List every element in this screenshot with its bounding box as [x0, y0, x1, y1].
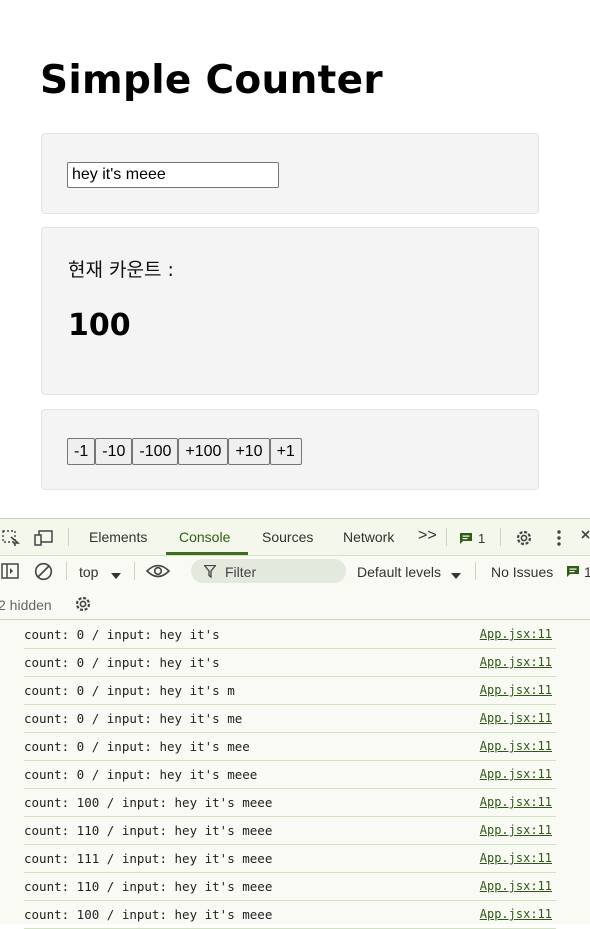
- log-entry: count: 110 / input: hey it's meee App.js…: [24, 817, 556, 845]
- minus-10-button[interactable]: -10: [95, 438, 133, 465]
- context-selector[interactable]: top: [79, 564, 98, 580]
- log-source-link[interactable]: App.jsx:11: [480, 739, 552, 753]
- filter-icon: [203, 564, 217, 582]
- divider: [134, 562, 135, 580]
- tab-network[interactable]: Network: [343, 529, 394, 545]
- log-source-link[interactable]: App.jsx:11: [480, 711, 552, 725]
- log-entry: count: 100 / input: hey it's meee App.js…: [24, 901, 556, 929]
- log-source-link[interactable]: App.jsx:11: [480, 879, 552, 893]
- log-message: count: 0 / input: hey it's: [24, 627, 220, 642]
- devtools-tabbar: Elements Console Sources Network >> 1: [0, 519, 590, 556]
- levels-dropdown-arrow-icon[interactable]: [451, 567, 461, 583]
- issues-message-icon: [566, 565, 580, 581]
- log-message: count: 110 / input: hey it's meee: [24, 879, 273, 894]
- plus-10-button[interactable]: +10: [228, 438, 270, 465]
- log-source-link[interactable]: App.jsx:11: [480, 851, 552, 865]
- log-message: count: 100 / input: hey it's meee: [24, 795, 273, 810]
- log-source-link[interactable]: App.jsx:11: [480, 795, 552, 809]
- counter-buttons: -1 -10 -100 +100 +10 +1: [67, 438, 302, 465]
- page-title: Simple Counter: [40, 58, 383, 103]
- log-source-link[interactable]: App.jsx:11: [480, 907, 552, 921]
- log-message: count: 0 / input: hey it's mee: [24, 739, 250, 754]
- tab-sources[interactable]: Sources: [262, 529, 313, 545]
- log-message: count: 0 / input: hey it's m: [24, 683, 235, 698]
- divider: [446, 528, 447, 546]
- sidebar-toggle-icon[interactable]: [1, 563, 19, 582]
- log-entry: count: 110 / input: hey it's meee App.js…: [24, 873, 556, 901]
- log-entry: count: 0 / input: hey it's mee App.jsx:1…: [24, 733, 556, 761]
- log-levels-dropdown[interactable]: Default levels: [357, 564, 441, 580]
- minus-100-button[interactable]: -100: [132, 438, 179, 465]
- plus-100-button[interactable]: +100: [178, 438, 229, 465]
- controller-panel: -1 -10 -100 +100 +10 +1: [41, 409, 539, 490]
- issues-count: 1: [584, 564, 590, 580]
- plus-1-button[interactable]: +1: [269, 438, 302, 465]
- log-message: count: 100 / input: hey it's meee: [24, 907, 273, 922]
- inspect-element-icon[interactable]: [2, 530, 21, 549]
- log-source-link[interactable]: App.jsx:11: [480, 627, 552, 641]
- log-entry: count: 0 / input: hey it's meee App.jsx:…: [24, 761, 556, 789]
- issues-label[interactable]: No Issues: [491, 564, 553, 580]
- gear-icon[interactable]: [514, 528, 534, 551]
- log-source-link[interactable]: App.jsx:11: [480, 767, 552, 781]
- tab-console[interactable]: Console: [179, 529, 230, 545]
- hidden-messages-count: 2 hidden: [0, 597, 52, 613]
- text-input[interactable]: [67, 162, 279, 188]
- log-message: count: 0 / input: hey it's meee: [24, 767, 258, 782]
- log-message: count: 0 / input: hey it's: [24, 655, 228, 670]
- log-entry: count: 0 / input: hey it's App.jsx:11: [24, 621, 556, 649]
- log-message: count: 111 / input: hey it's meee: [24, 851, 273, 866]
- divider: [475, 562, 476, 580]
- devtools-panel: Elements Console Sources Network >> 1 to…: [0, 518, 590, 929]
- count-panel: 현재 카운트 : 100: [41, 227, 539, 395]
- log-source-link[interactable]: App.jsx:11: [480, 823, 552, 837]
- device-toolbar-icon[interactable]: [34, 530, 54, 549]
- close-icon[interactable]: [581, 530, 590, 547]
- filter-placeholder: Filter: [225, 564, 257, 580]
- log-source-link[interactable]: App.jsx:11: [480, 683, 552, 697]
- minus-1-button[interactable]: -1: [67, 438, 96, 465]
- divider: [66, 562, 67, 580]
- more-tabs-icon[interactable]: >>: [418, 527, 437, 545]
- log-source-link[interactable]: App.jsx:11: [480, 655, 552, 669]
- message-icon[interactable]: [459, 532, 473, 548]
- log-entry: count: 0 / input: hey it's App.jsx:11: [24, 649, 556, 677]
- tab-elements[interactable]: Elements: [89, 529, 147, 545]
- active-tab-indicator: [166, 552, 248, 555]
- filter-input[interactable]: Filter: [191, 559, 346, 583]
- clear-console-icon[interactable]: [34, 562, 53, 584]
- log-message: count: 110 / input: hey it's meee: [24, 823, 273, 838]
- divider: [68, 528, 69, 546]
- console-toolbar: top Filter Default levels No Issues 1: [0, 556, 590, 586]
- count-value: 100: [68, 308, 131, 343]
- divider: [500, 528, 501, 546]
- log-message: count: 0 / input: hey it's me: [24, 711, 243, 726]
- eye-icon[interactable]: [145, 563, 171, 582]
- message-count: 1: [478, 531, 486, 546]
- log-entry: count: 111 / input: hey it's meee App.js…: [24, 845, 556, 873]
- dropdown-arrow-icon[interactable]: [111, 567, 121, 583]
- console-settings-gear-icon[interactable]: [73, 594, 93, 617]
- console-settings-row: 2 hidden: [0, 589, 590, 620]
- app-page: Simple Counter 현재 카운트 : 100 -1 -10 -100 …: [0, 0, 590, 518]
- log-entry: count: 0 / input: hey it's m App.jsx:11: [24, 677, 556, 705]
- count-label: 현재 카운트 :: [68, 259, 174, 281]
- input-panel: [41, 133, 539, 214]
- log-entry: count: 100 / input: hey it's meee App.js…: [24, 789, 556, 817]
- log-entry: count: 0 / input: hey it's me App.jsx:11: [24, 705, 556, 733]
- kebab-menu-icon[interactable]: [556, 529, 562, 550]
